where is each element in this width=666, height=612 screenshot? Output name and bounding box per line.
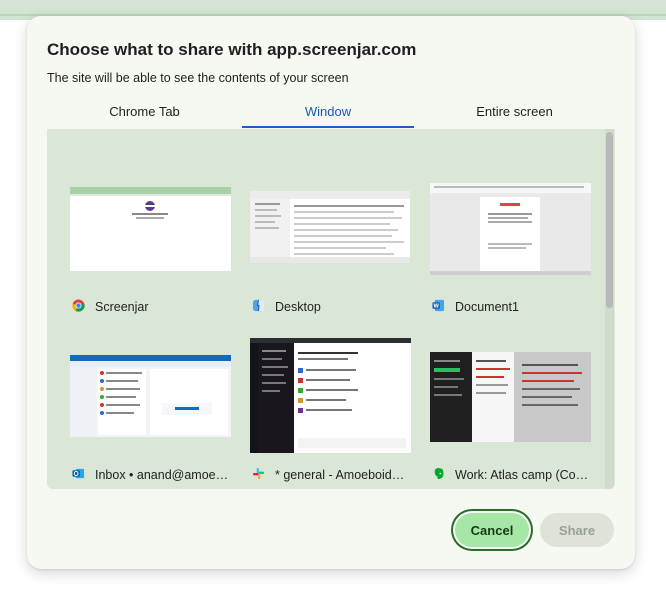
window-thumbnail-slack	[250, 338, 411, 453]
tab-window[interactable]: Window	[242, 100, 414, 128]
dialog-title: Choose what to share with app.screenjar.…	[47, 40, 417, 59]
evernote-icon	[434, 467, 444, 480]
word-icon: W	[432, 299, 445, 312]
source-item-evernote[interactable]: Work: Atlas camp (Co…	[430, 352, 592, 485]
scrollbar-thumb[interactable]	[606, 132, 613, 308]
tab-selected-underline	[242, 126, 414, 128]
outlook-icon	[72, 468, 85, 479]
source-item-document1[interactable]: W Document1	[430, 183, 592, 317]
window-thumbnail-document1	[430, 183, 591, 275]
window-thumbnail-screenjar	[70, 187, 231, 271]
share-button[interactable]: Share	[540, 513, 614, 547]
source-label: Desktop	[275, 300, 321, 314]
source-label: Document1	[455, 300, 519, 314]
window-thumbnail-evernote	[430, 352, 591, 442]
dialog-subtitle: The site will be able to see the content…	[47, 71, 349, 85]
source-tabs: Chrome Tab Window Entire screen	[47, 100, 615, 129]
source-label: * general - Amoeboid…	[275, 468, 405, 482]
cancel-button[interactable]: Cancel	[455, 513, 529, 547]
svg-text:W: W	[433, 304, 439, 310]
source-item-inbox[interactable]: Inbox • anand@amoe…	[70, 355, 232, 485]
source-item-screenjar[interactable]: Screenjar	[70, 187, 232, 317]
window-thumbnail-inbox	[70, 355, 231, 437]
tab-window-label: Window	[304, 104, 352, 119]
source-label: Work: Atlas camp (Co…	[455, 468, 589, 482]
tab-entire-screen[interactable]: Entire screen	[414, 100, 615, 127]
source-item-desktop[interactable]: Desktop	[250, 187, 412, 317]
share-dialog: Choose what to share with app.screenjar.…	[27, 16, 635, 569]
source-label: Inbox • anand@amoe…	[95, 468, 229, 482]
tab-chrome-tab[interactable]: Chrome Tab	[47, 100, 242, 127]
slack-icon	[252, 467, 265, 480]
finder-icon	[252, 299, 265, 312]
source-label: Screenjar	[95, 300, 149, 314]
source-item-slack-general[interactable]: * general - Amoeboid…	[250, 338, 412, 485]
window-thumbnail-desktop	[250, 191, 410, 263]
window-list-panel: Screenjar Desktop W Document1 Inbox • an…	[47, 129, 615, 489]
chrome-icon	[72, 299, 85, 312]
